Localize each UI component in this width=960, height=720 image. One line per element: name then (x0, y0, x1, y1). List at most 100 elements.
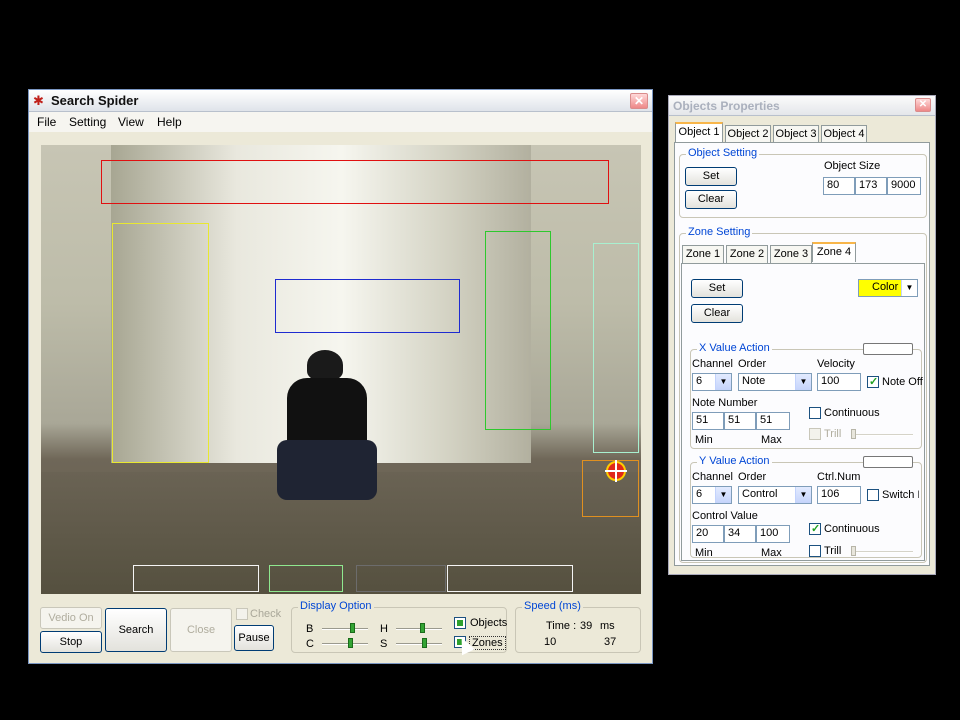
menu-view[interactable]: View (118, 115, 144, 129)
slider-c-label: C (306, 638, 314, 650)
window-title: Search Spider (51, 93, 139, 108)
control-min-field[interactable]: 20 (692, 525, 724, 543)
slider-b[interactable] (322, 623, 368, 633)
tab-zone-2[interactable]: Zone 2 (726, 245, 768, 263)
note-off-checkbox[interactable] (867, 375, 879, 388)
speed-group: Speed (ms) Time : 39 ms 10 37 (515, 600, 641, 653)
search-button[interactable]: Search (105, 608, 167, 652)
object-size-label: Object Size (824, 160, 881, 172)
zone-center-blue (275, 279, 460, 333)
x-order-select[interactable]: Note ▼ (738, 373, 812, 391)
object-setting-label: Object Setting (686, 147, 760, 159)
zone-color-select[interactable]: Color ▼ (858, 279, 918, 297)
y-order-value: Control (742, 488, 778, 500)
y-trill-checkbox[interactable] (809, 545, 821, 557)
objects-properties-window: Objects Properties ✕ Object 1 Object 2 O… (668, 95, 936, 575)
props-close-icon[interactable]: ✕ (915, 98, 931, 112)
object-clear-button[interactable]: Clear (685, 190, 737, 209)
slider-h[interactable] (396, 623, 442, 633)
chevron-down-icon[interactable]: ▼ (795, 374, 811, 390)
tab-object-1[interactable]: Object 1 (675, 122, 723, 142)
tracker-crosshair-icon (605, 460, 627, 482)
y-action-label: Y Value Action (697, 455, 772, 467)
pause-button[interactable]: Pause (234, 625, 274, 651)
note-min-field[interactable]: 51 (692, 412, 724, 430)
x-velocity-label: Velocity (817, 358, 855, 370)
speed-left-value: 10 (544, 636, 557, 648)
slider-c-knob[interactable] (348, 638, 353, 648)
x-continuous-checkbox[interactable] (809, 407, 821, 419)
y-continuous-checkbox[interactable] (809, 522, 821, 535)
note-max-field[interactable]: 51 (756, 412, 790, 430)
close-icon[interactable]: ✕ (630, 93, 648, 109)
tab-object-3[interactable]: Object 3 (773, 125, 819, 143)
control-mid-field[interactable]: 34 (724, 525, 756, 543)
y-channel-select[interactable]: 6 ▼ (692, 486, 732, 504)
note-mid-field[interactable]: 51 (724, 412, 756, 430)
y-trill-slider[interactable] (851, 546, 913, 556)
props-title: Objects Properties (673, 99, 780, 113)
x-order-value: Note (742, 375, 766, 387)
vedio-on-button[interactable]: Vedio On (40, 607, 102, 629)
x-action-label: X Value Action (697, 342, 772, 354)
menu-help[interactable]: Help (157, 115, 182, 129)
chevron-down-icon[interactable]: ▼ (715, 487, 731, 503)
x-action-color-swatch[interactable] (863, 343, 913, 355)
slider-b-knob[interactable] (350, 623, 355, 633)
x-velocity-field[interactable]: 100 (817, 373, 861, 391)
chevron-down-icon[interactable]: ▼ (715, 374, 731, 390)
y-order-select[interactable]: Control ▼ (738, 486, 812, 504)
spider-icon: ✱ (33, 93, 44, 108)
zone-setting-label: Zone Setting (686, 226, 753, 238)
video-feed[interactable] (41, 145, 641, 594)
time-unit: ms (600, 620, 615, 632)
object-size-field-3[interactable]: 9000 (887, 177, 921, 195)
slider-h-knob[interactable] (420, 623, 425, 633)
menu-file[interactable]: File (37, 115, 56, 129)
time-value: 39 (580, 620, 593, 632)
x-trill-label: Trill (824, 428, 842, 440)
switch-checkbox[interactable] (867, 489, 879, 501)
slider-c[interactable] (322, 638, 368, 648)
tab-zone-4[interactable]: Zone 4 (812, 242, 856, 262)
menu-setting[interactable]: Setting (69, 115, 106, 129)
slider-b-label: B (306, 623, 314, 635)
y-trill-knob[interactable] (851, 546, 856, 556)
tab-zone-3[interactable]: Zone 3 (770, 245, 812, 263)
zone-clear-button[interactable]: Clear (691, 304, 743, 323)
object-size-field-2[interactable]: 173 (855, 177, 887, 195)
slider-s[interactable] (396, 638, 442, 648)
zone-left-yellow (112, 223, 209, 463)
tab-object-4[interactable]: Object 4 (821, 125, 867, 143)
chevron-down-icon[interactable]: ▼ (795, 487, 811, 503)
check-checkbox[interactable] (236, 608, 248, 620)
objects-checkbox[interactable] (454, 617, 466, 629)
y-min-label: Min (695, 547, 713, 559)
zone-set-button[interactable]: Set (691, 279, 743, 298)
stop-button[interactable]: Stop (40, 631, 102, 653)
close-button[interactable]: Close (170, 608, 232, 652)
object-size-field-1[interactable]: 80 (823, 177, 855, 195)
x-trill-checkbox[interactable] (809, 428, 821, 440)
speed-label: Speed (ms) (522, 600, 583, 612)
person-image (277, 350, 377, 510)
props-title-bar[interactable]: Objects Properties ✕ (669, 96, 935, 116)
control-value-label: Control Value (692, 510, 758, 522)
tab-object-2[interactable]: Object 2 (725, 125, 771, 143)
slider-s-knob[interactable] (422, 638, 427, 648)
x-continuous-label: Continuous (824, 407, 880, 419)
x-trill-knob[interactable] (851, 429, 856, 439)
x-trill-slider[interactable] (851, 429, 913, 439)
floor-zone-1 (133, 565, 259, 592)
chevron-down-icon[interactable]: ▼ (901, 280, 917, 296)
x-channel-select[interactable]: 6 ▼ (692, 373, 732, 391)
control-max-field[interactable]: 100 (756, 525, 790, 543)
y-ctrl-field[interactable]: 106 (817, 486, 861, 504)
tab-zone-1[interactable]: Zone 1 (682, 245, 724, 263)
title-bar[interactable]: ✱ Search Spider ✕ (29, 90, 652, 112)
y-action-color-swatch[interactable] (863, 456, 913, 468)
object-set-button[interactable]: Set (685, 167, 737, 186)
x-order-label: Order (738, 358, 767, 370)
y-channel-label: Channel (692, 471, 733, 483)
y-trill-label: Trill (824, 545, 842, 557)
